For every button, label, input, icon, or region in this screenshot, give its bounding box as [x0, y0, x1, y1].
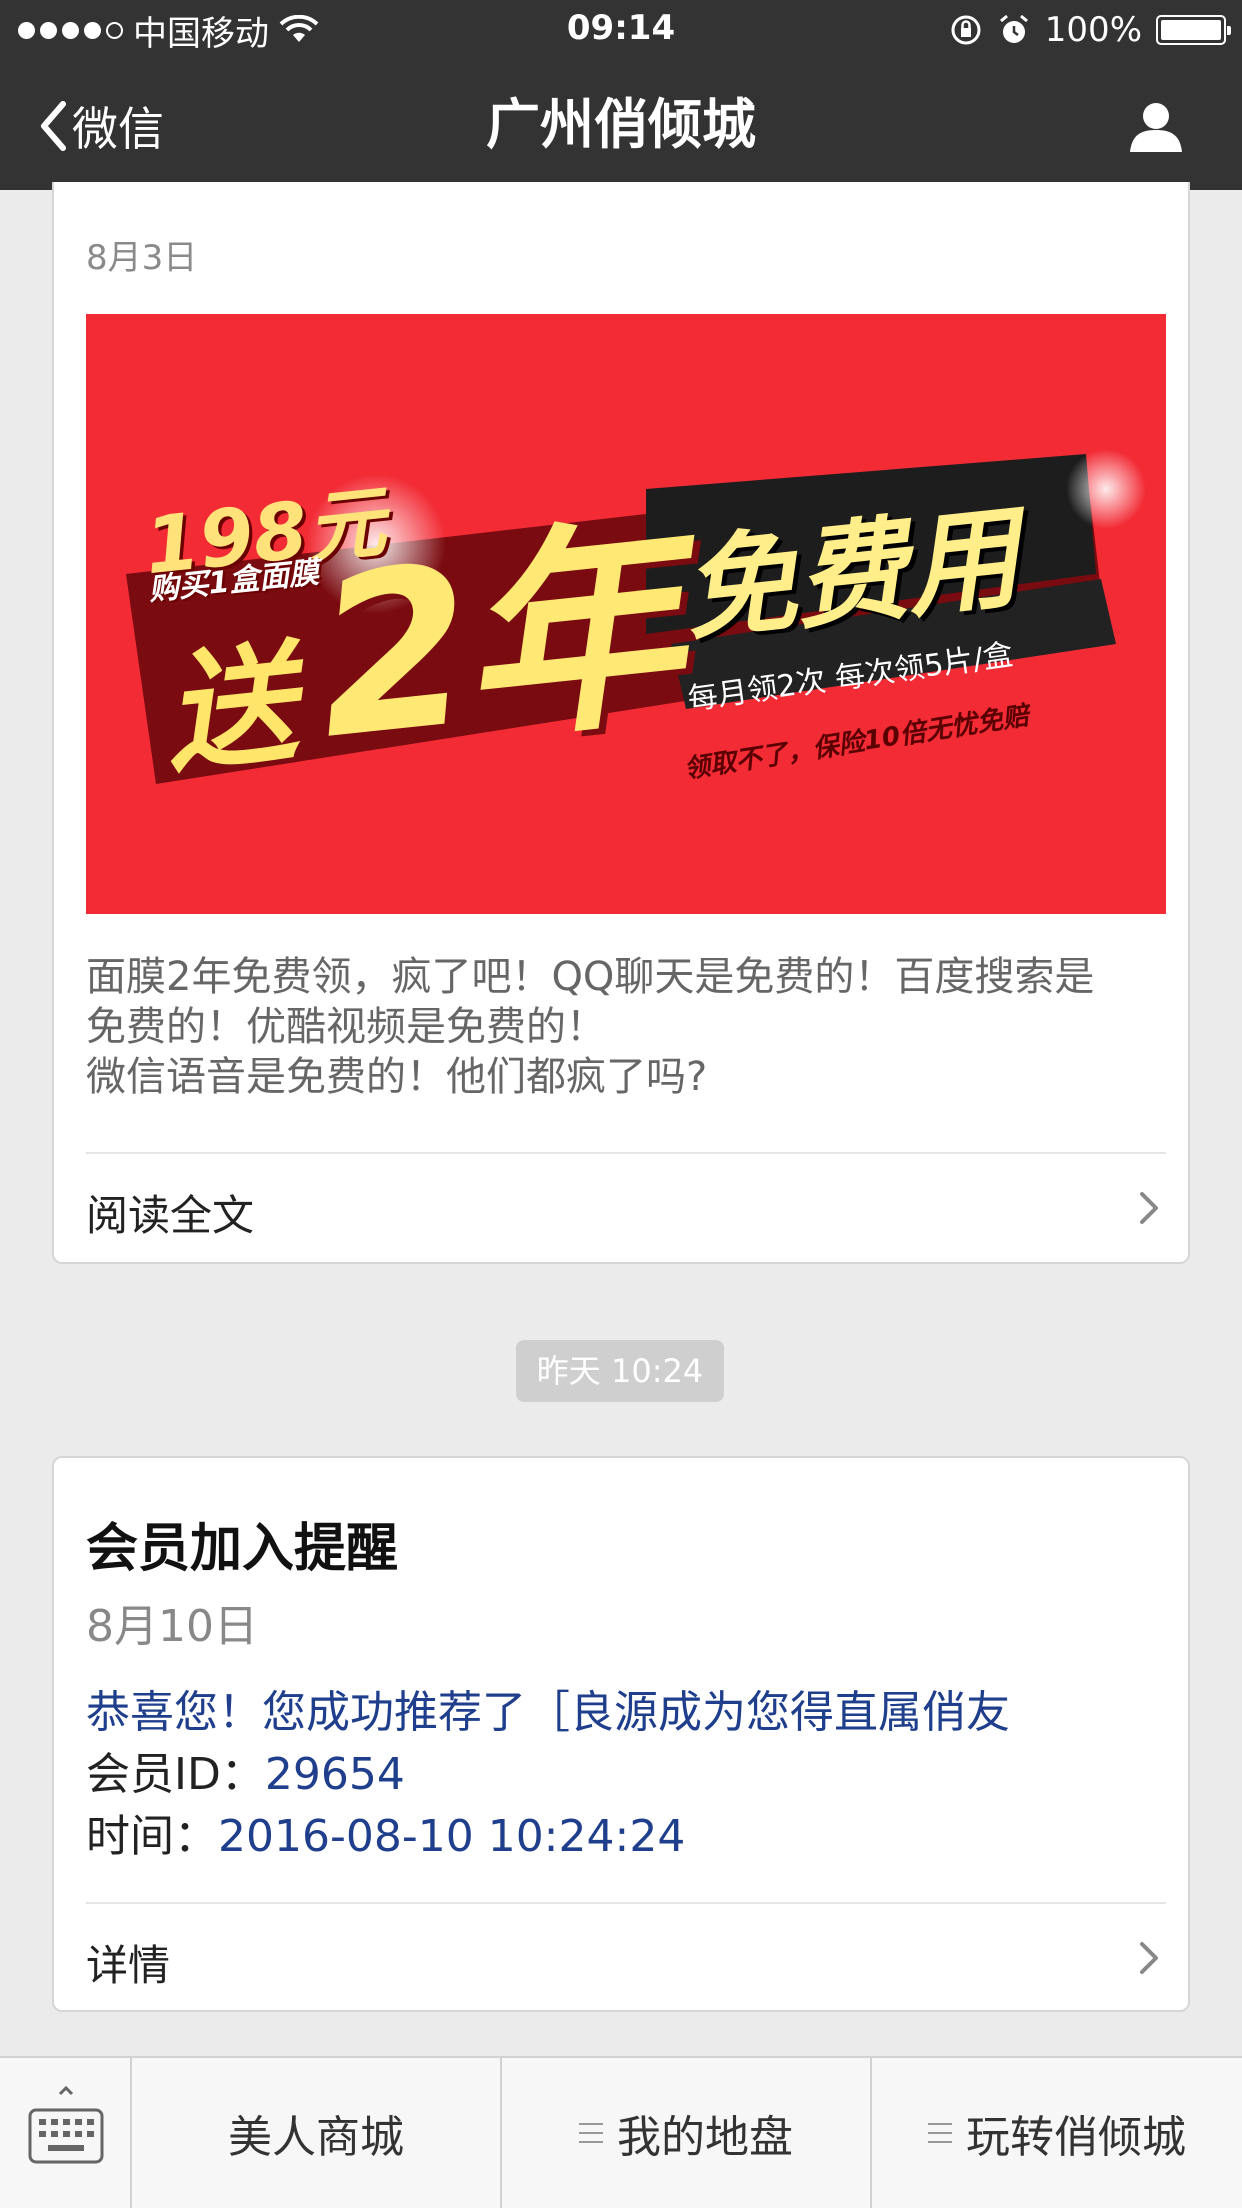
article-summary: 面膜2年免费领，疯了吧！QQ聊天是免费的！百度搜索是 免费的！优酷视频是免费的！…	[86, 952, 1166, 1102]
status-bar: 中国移动 09:14 100%	[0, 0, 1242, 60]
message-timestamp: 昨天 10:24	[516, 1340, 724, 1402]
keyboard-icon	[28, 2085, 104, 2164]
summary-line: 面膜2年免费领，疯了吧！QQ聊天是免费的！百度搜索是	[86, 954, 1095, 1000]
banner-big-text: 2年	[305, 496, 684, 788]
details-label: 详情	[86, 1941, 171, 1990]
submenu-icon	[579, 2123, 603, 2143]
battery-percent: 100%	[1044, 10, 1142, 50]
menu-item-label: 美人商城	[228, 2112, 404, 2163]
rotation-lock-icon	[951, 15, 981, 45]
battery-icon	[1156, 15, 1231, 45]
details-link[interactable]: 详情	[54, 1904, 1188, 2010]
bottom-menu-bar: 美人商城 我的地盘 玩转俏倾城	[0, 2056, 1242, 2208]
read-more-label: 阅读全文	[86, 1191, 255, 1240]
nav-bar: 微信 广州俏倾城	[0, 60, 1242, 190]
member-id-value: 29654	[264, 1749, 405, 1800]
menu-item-label: 我的地盘	[617, 2112, 793, 2163]
notification-title: 会员加入提醒	[86, 1519, 399, 1579]
summary-line: 免费的！优酷视频是免费的！	[86, 1004, 606, 1050]
chevron-right-icon	[1140, 1192, 1158, 1224]
status-right: 100%	[949, 8, 1231, 52]
profile-icon[interactable]	[1126, 96, 1186, 156]
time-value: 2016-08-10 10:24:24	[218, 1811, 686, 1862]
keyboard-toggle-button[interactable]	[0, 2058, 132, 2208]
menu-item-beauty-mall[interactable]: 美人商城	[132, 2058, 502, 2208]
article-card[interactable]: 8月3日 198元 购买1盒面膜 送 2年 免费用 每月领2次 每次领5片/盒 …	[52, 182, 1190, 1264]
submenu-icon	[928, 2123, 952, 2143]
alarm-icon	[999, 14, 1028, 43]
time-label: 时间：	[86, 1811, 218, 1862]
promo-banner-image[interactable]: 198元 购买1盒面膜 送 2年 免费用 每月领2次 每次领5片/盒 领取不了，…	[86, 314, 1166, 914]
page-title: 广州俏倾城	[486, 93, 756, 156]
notification-card[interactable]: 会员加入提醒 8月10日 恭喜您！您成功推荐了［良源成为您得直属俏友 会员ID：…	[52, 1456, 1190, 2012]
chevron-right-icon	[1140, 1942, 1158, 1974]
summary-line: 微信语音是免费的！他们都疯了吗?	[86, 1054, 708, 1100]
time-row: 时间：2016-08-10 10:24:24	[86, 1800, 685, 1864]
member-id-row: 会员ID：29654	[86, 1738, 405, 1802]
notification-date: 8月10日	[86, 1601, 258, 1652]
menu-item-my-territory[interactable]: 我的地盘	[502, 2058, 872, 2208]
article-date: 8月3日	[86, 238, 198, 278]
notification-message: 恭喜您！您成功推荐了［良源成为您得直属俏友	[86, 1687, 1010, 1738]
member-id-label: 会员ID：	[86, 1749, 265, 1800]
menu-item-label: 玩转俏倾城	[966, 2112, 1186, 2163]
banner-gift-char: 送	[157, 626, 303, 792]
read-more-link[interactable]: 阅读全文	[54, 1154, 1188, 1260]
menu-item-explore[interactable]: 玩转俏倾城	[872, 2058, 1242, 2208]
